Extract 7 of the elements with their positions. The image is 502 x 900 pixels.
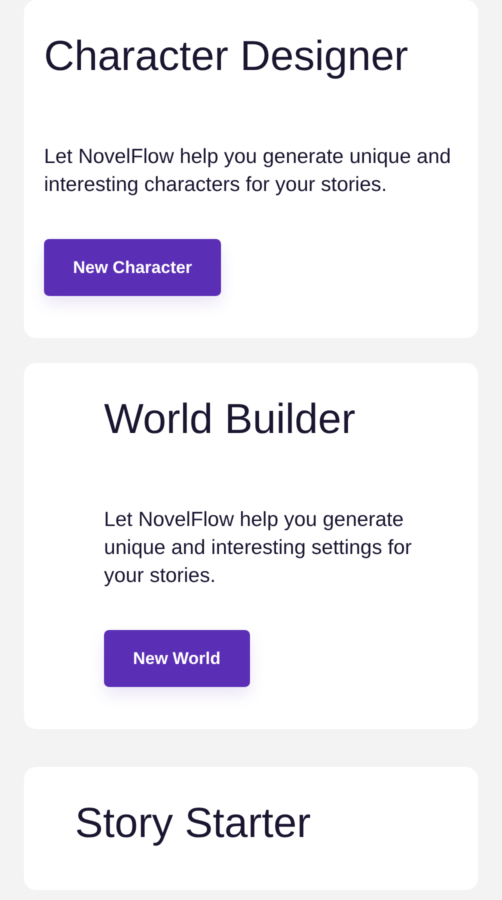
action-button[interactable]: New Character (44, 239, 222, 296)
card-title: World Builder (104, 394, 356, 444)
action-button[interactable]: New World (104, 630, 250, 687)
card-title: Story Starter (75, 798, 312, 848)
card-description: Let NovelFlow help you generate unique and interesting settings for your stories. (104, 507, 413, 589)
card-description: Let NovelFlow help you generate unique and interesting characters for your stories. (44, 144, 452, 198)
card-title: Character Designer (44, 31, 410, 81)
